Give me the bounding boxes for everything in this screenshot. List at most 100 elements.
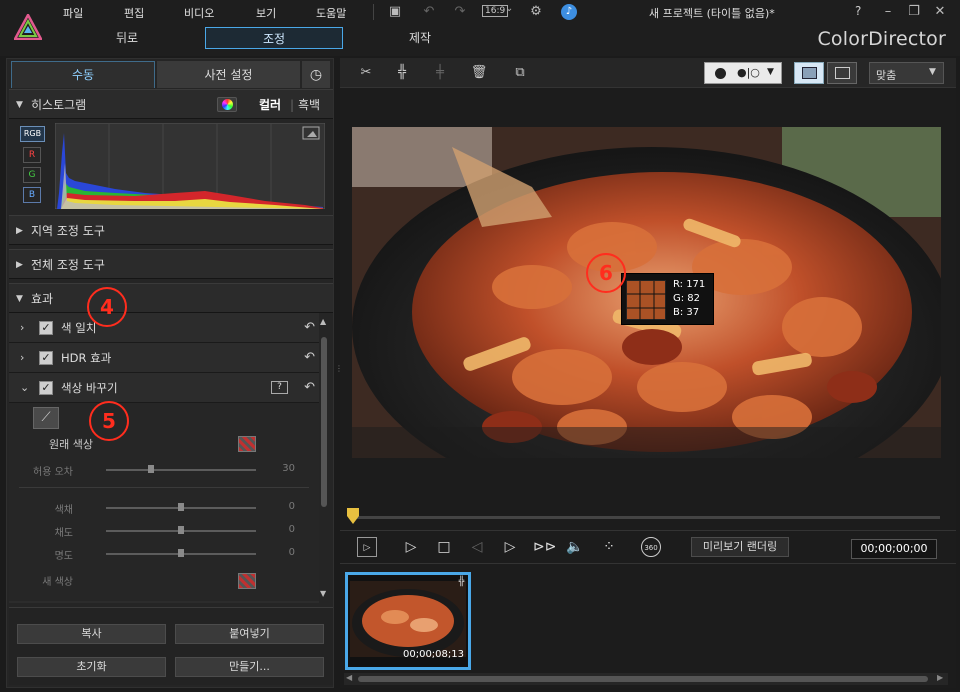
histogram-color-toggle[interactable]: 컬러 (259, 90, 281, 120)
split-icon[interactable]: ╬ (392, 64, 412, 82)
play-icon[interactable]: ▷ (401, 537, 421, 557)
trash-icon[interactable]: 🗑 (469, 64, 489, 82)
effect-row-blur[interactable]: › ✓ 흐림 (9, 601, 319, 603)
save-icon[interactable]: ▣ (387, 4, 403, 20)
chevron-right-icon[interactable]: › (20, 343, 24, 373)
previous-frame-icon[interactable]: ◁ (467, 537, 487, 557)
color-wheel-icon[interactable] (217, 97, 237, 112)
checkbox-hdr[interactable]: ✓ (39, 351, 53, 365)
trim-icon[interactable]: ╪ (430, 64, 450, 82)
crop-icon[interactable]: ⧉ (510, 64, 530, 82)
checkbox-color-replace[interactable]: ✓ (39, 381, 53, 395)
section-regional-tools[interactable]: ▶ 지역 조정 도구 (9, 215, 333, 245)
stop-icon[interactable]: □ (434, 537, 454, 557)
tab-presets[interactable]: 사전 설정 (157, 61, 300, 88)
copy-button[interactable]: 복사 (17, 624, 166, 644)
redo-icon[interactable]: ↷ (452, 4, 468, 20)
saturation-slider-thumb[interactable] (178, 526, 184, 534)
reset-button[interactable]: 초기화 (17, 657, 166, 677)
tolerance-slider[interactable] (106, 469, 256, 471)
notification-icon[interactable]: ♪ (561, 4, 577, 20)
menu-help[interactable]: 도움말 (316, 5, 346, 21)
scroll-down-icon[interactable]: ▼ (320, 589, 326, 598)
playhead-icon[interactable] (347, 508, 359, 524)
scrollbar-thumb[interactable] (358, 676, 928, 682)
effects-scrollbar[interactable]: ▲ ▼ (319, 317, 329, 599)
tolerance-slider-thumb[interactable] (148, 465, 154, 473)
compare-view-icon[interactable]: ●|○ (737, 66, 760, 79)
scrollbar-thumb[interactable] (321, 337, 327, 507)
new-color-swatch[interactable] (238, 573, 256, 589)
restore-icon[interactable]: ❐ (906, 4, 922, 20)
effect-row-color-match[interactable]: › ✓ 색 일치 ↶ (9, 313, 319, 343)
timeline-scrubber[interactable] (352, 516, 940, 519)
reset-icon[interactable]: ↶ (304, 343, 315, 373)
channel-r-button[interactable]: R (23, 147, 41, 163)
single-view-icon[interactable] (715, 68, 726, 79)
annotation-4-marker: 4 (87, 287, 127, 327)
menu-file[interactable]: 파일 (63, 5, 83, 21)
snapshot-icon[interactable]: ⁘ (599, 537, 619, 557)
nav-back[interactable]: 뒤로 (77, 27, 177, 49)
next-frame-icon[interactable]: ▷ (500, 537, 520, 557)
chevron-right-icon[interactable]: › (20, 313, 24, 343)
reset-icon[interactable]: ↶ (304, 313, 315, 343)
effect-row-hdr[interactable]: › ✓ HDR 효과 ↶ (9, 343, 319, 373)
scroll-right-icon[interactable]: ▶ (937, 673, 943, 682)
scissors-icon[interactable]: ✂ (356, 64, 376, 82)
new-color-label: 새 색상 (42, 577, 73, 588)
brightness-slider-thumb[interactable] (178, 549, 184, 557)
nav-produce[interactable]: 제작 (370, 27, 470, 49)
original-color-swatch[interactable] (238, 436, 256, 452)
minimize-icon[interactable]: – (880, 4, 896, 20)
fit-view-icon[interactable] (827, 62, 857, 84)
histogram-bw-toggle[interactable]: 흑백 (298, 90, 320, 120)
histogram-title: 히스토그램 (31, 98, 87, 112)
eyedropper-icon[interactable]: ⟋ (33, 407, 59, 429)
effect-row-color-replace[interactable]: ⌄ ✓ 색상 바꾸기 ? ↶ (9, 373, 319, 403)
paste-button[interactable]: 붙여넣기 (175, 624, 324, 644)
checkbox-color-match[interactable]: ✓ (39, 321, 53, 335)
expand-arrow-icon: ▶ (16, 260, 23, 270)
nav-adjust[interactable]: 조정 (205, 27, 343, 49)
hue-label: 색채 (54, 505, 73, 516)
360-view-icon[interactable]: 360 (641, 537, 661, 557)
preview-mode-icon[interactable]: ▷ (357, 537, 377, 557)
close-icon[interactable]: ✕ (932, 4, 948, 20)
hue-slider-thumb[interactable] (178, 503, 184, 511)
library-scrollbar[interactable]: ◀ ▶ (344, 673, 948, 685)
volume-icon[interactable]: 🔈 (565, 537, 585, 557)
chevron-down-icon[interactable]: ⌄ (20, 373, 29, 403)
reset-icon[interactable]: ↶ (304, 373, 315, 403)
section-global-tools[interactable]: ▶ 전체 조정 도구 (9, 249, 333, 279)
video-preview[interactable]: R: 171 G: 82 B: 37 6 (352, 127, 941, 458)
create-preset-button[interactable]: 만들기... (175, 657, 324, 677)
chevron-down-icon[interactable]: ▼ (767, 67, 774, 77)
fullscreen-view-icon[interactable] (794, 62, 824, 84)
clip-thumbnail[interactable]: ╬ 00;00;08;13 (345, 572, 471, 670)
histogram-header[interactable]: ▼ 히스토그램 컬러 | 흑백 (9, 89, 333, 119)
zoom-select[interactable]: 맞춤 ▼ (869, 62, 944, 84)
chevron-right-icon[interactable]: › (20, 601, 24, 603)
section-effects[interactable]: ▼ 효과 (9, 283, 333, 313)
top-bar: 파일 편집 비디오 보기 도움말 ▣ ↶ ↷ 16:9 ⌄ ⚙ ♪ 새 프로젝트… (0, 0, 960, 56)
timecode-display[interactable]: 00;00;00;00 (851, 539, 937, 559)
history-icon[interactable]: ◷ (302, 61, 330, 88)
view-mode-toggle[interactable]: ●|○ ▼ (704, 62, 782, 84)
channel-g-button[interactable]: G (23, 167, 41, 183)
scroll-up-icon[interactable]: ▲ (320, 317, 326, 326)
help-button[interactable]: ? (855, 4, 861, 18)
channel-rgb-button[interactable]: RGB (20, 126, 45, 142)
splitter-handle[interactable]: ⋮ (335, 364, 343, 376)
gear-icon[interactable]: ⚙ (528, 4, 544, 20)
fast-forward-icon[interactable]: ⊳⊳ (533, 537, 556, 557)
menu-edit[interactable]: 편집 (124, 5, 144, 21)
scroll-left-icon[interactable]: ◀ (346, 673, 352, 682)
undo-icon[interactable]: ↶ (421, 4, 437, 20)
channel-b-button[interactable]: B (23, 187, 41, 203)
preview-render-button[interactable]: 미리보기 랜더링 (691, 537, 789, 557)
help-preview-icon[interactable]: ? (271, 381, 288, 394)
tab-manual[interactable]: 수동 (11, 61, 155, 88)
menu-video[interactable]: 비디오 (184, 5, 214, 21)
menu-view[interactable]: 보기 (256, 5, 276, 21)
